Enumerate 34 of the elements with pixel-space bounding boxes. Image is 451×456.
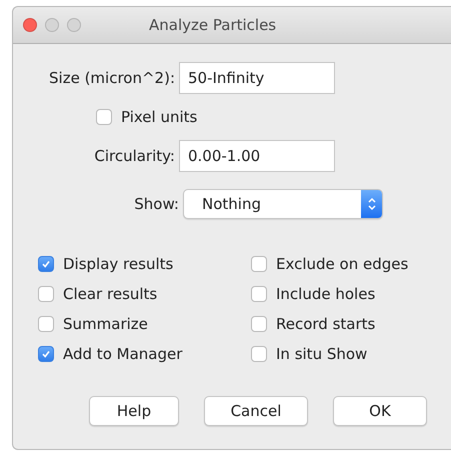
checkbox-label: Summarize — [63, 315, 148, 333]
checkbox[interactable] — [38, 316, 54, 332]
minimize-button[interactable] — [45, 18, 59, 32]
checkbox[interactable] — [38, 256, 54, 272]
checkbox[interactable] — [38, 286, 54, 302]
dialog-button[interactable]: Help — [89, 396, 179, 426]
checkbox[interactable] — [251, 316, 267, 332]
show-label: Show: — [133, 195, 180, 213]
show-dropdown[interactable]: Nothing — [183, 189, 383, 219]
close-button[interactable] — [23, 18, 37, 32]
dialog-button[interactable]: Cancel — [204, 396, 308, 426]
checkbox[interactable] — [251, 286, 267, 302]
checkbox[interactable] — [251, 346, 267, 362]
stepper-icon — [367, 197, 377, 211]
checkbox[interactable] — [96, 109, 112, 125]
checkmark-icon — [41, 259, 51, 269]
checkbox[interactable] — [38, 346, 54, 362]
dialog-button[interactable]: OK — [333, 396, 427, 426]
zoom-button[interactable] — [67, 18, 81, 32]
checkbox-label: Include holes — [276, 285, 376, 303]
checkbox-label: Clear results — [63, 285, 158, 303]
size-field[interactable]: 50-Infinity — [179, 62, 335, 94]
circularity-field[interactable]: 0.00-1.00 — [179, 140, 335, 172]
checkbox-label: Pixel units — [121, 108, 198, 126]
size-label: Size (micron^2): — [48, 69, 176, 87]
circularity-label: Circularity: — [93, 147, 176, 165]
checkbox-label: Display results — [63, 255, 174, 273]
window-title: Analyze Particles — [149, 16, 276, 34]
checkmark-icon — [41, 349, 51, 359]
checkbox-label: In situ Show — [276, 345, 368, 363]
checkbox-label: Add to Manager — [63, 345, 182, 363]
checkbox-label: Record starts — [276, 315, 376, 333]
checkbox[interactable] — [251, 256, 267, 272]
checkbox-label: Exclude on edges — [276, 255, 408, 273]
